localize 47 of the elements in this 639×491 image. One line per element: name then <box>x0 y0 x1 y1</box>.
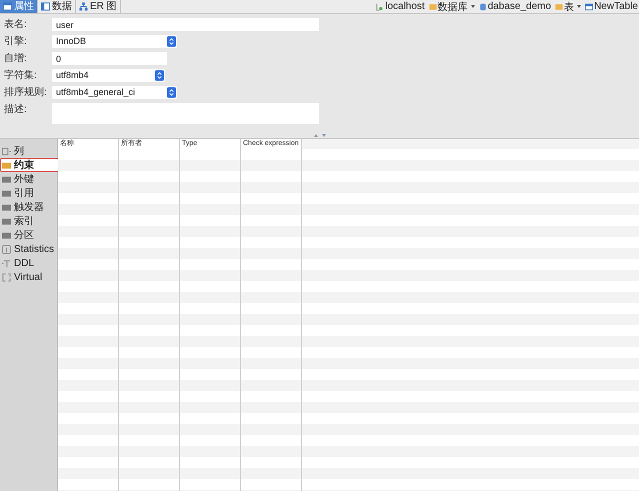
sidebar-item[interactable]: 分区 <box>0 228 57 242</box>
tab[interactable]: 数据 <box>38 0 76 13</box>
table-icon <box>585 2 594 10</box>
field-label: 引擎: <box>4 35 28 48</box>
sidebar-item[interactable]: 触发器 <box>0 200 57 214</box>
text-field[interactable]: user <box>52 18 319 31</box>
caret-icon[interactable] <box>470 5 475 8</box>
text-icon <box>2 258 11 268</box>
select-field[interactable]: utf8mb4 <box>52 69 165 82</box>
field-label: 表名: <box>4 18 28 31</box>
sidebar-item[interactable]: 列 <box>0 144 57 158</box>
breadcrumb-item[interactable]: NewTable <box>594 1 638 12</box>
text-field[interactable]: 0 <box>52 52 167 65</box>
field-label: 排序规则: <box>4 86 48 99</box>
tab[interactable]: ER 图 <box>76 0 121 13</box>
breadcrumb-item[interactable]: 数据库 <box>438 0 468 14</box>
database-icon <box>478 2 487 10</box>
field-label: 自增: <box>4 52 28 65</box>
sidebar-item[interactable]: Statistics <box>0 242 57 256</box>
folder-icon <box>428 2 437 10</box>
grid-icon <box>41 2 50 11</box>
folder-icon <box>555 2 564 10</box>
stepper-icon[interactable] <box>167 36 176 47</box>
sidebar-item[interactable]: Virtual <box>0 270 57 284</box>
info-icon <box>2 244 11 254</box>
table-icon <box>3 2 12 11</box>
select-field[interactable]: utf8mb4_general_ci <box>52 86 177 99</box>
description-field[interactable] <box>52 103 319 124</box>
stepper-icon[interactable] <box>167 87 176 98</box>
bracket-icon <box>2 272 11 282</box>
stepper-icon[interactable] <box>155 70 164 81</box>
diagram-icon <box>79 2 88 11</box>
breadcrumb-item[interactable]: localhost <box>385 1 425 12</box>
sidebar-item[interactable]: 引用 <box>0 186 57 200</box>
sidebar-item[interactable]: 约束 <box>0 158 60 172</box>
field-label: 字符集: <box>4 69 38 82</box>
sidebar-item[interactable]: DDL <box>0 256 57 270</box>
caret-icon[interactable] <box>577 5 582 8</box>
breadcrumb-item[interactable]: 表 <box>564 0 574 14</box>
tab[interactable]: 属性 <box>0 0 38 13</box>
select-field[interactable]: InnoDB <box>52 35 177 48</box>
server-icon <box>376 2 384 10</box>
breadcrumb-item[interactable]: dabase_demo <box>488 1 552 12</box>
field-label: 描述: <box>4 103 28 116</box>
sidebar-item[interactable]: 索引 <box>0 214 57 228</box>
column-icon <box>2 146 11 156</box>
sidebar-item[interactable]: 外键 <box>0 172 57 186</box>
